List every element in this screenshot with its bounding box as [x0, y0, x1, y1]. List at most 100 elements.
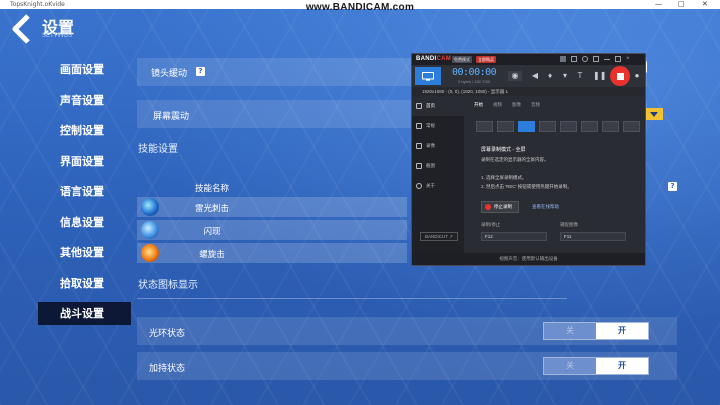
hotkey-record-field[interactable]: F12: [481, 232, 547, 241]
device-mode-icon[interactable]: [623, 121, 640, 132]
bandicam-logo: BANDICAM: [416, 56, 452, 62]
step-one: 1. 选择全屏录制模式。: [481, 175, 527, 180]
fullscreen-mode-icon[interactable]: [518, 121, 535, 132]
buy-badge[interactable]: 立即购买: [476, 56, 496, 63]
home-icon[interactable]: [571, 56, 577, 62]
bandicam-footer: 视频声音：使用默认输出设备: [412, 253, 645, 265]
skill-name: 螺旋击: [199, 250, 225, 260]
mode-selector: [476, 121, 640, 132]
status-section-title: 状态图标显示: [138, 280, 198, 291]
camera-icon[interactable]: ●: [632, 71, 642, 81]
buff-status-toggle[interactable]: 关 开: [543, 357, 649, 375]
bandicut-button[interactable]: BANDICUT ↗: [420, 232, 458, 241]
bandicam-toolbar: 00:00:00 0 bytes / 182.7GB ◉ ◀ ♦ ▾ T ❚❚ …: [412, 65, 645, 87]
skill-column-header: 技能名称: [195, 184, 230, 194]
skill-name: 闪现: [203, 227, 221, 237]
skill-row[interactable]: 螺旋击: [137, 243, 407, 263]
audio-mode-icon[interactable]: [581, 121, 598, 132]
back-arrow-icon: [12, 14, 30, 44]
screen-shake-label: 屏幕震动: [153, 112, 190, 122]
camera-shake-help-icon[interactable]: ?: [196, 67, 205, 76]
back-button[interactable]: [8, 12, 36, 46]
buff-status-label: 加持状态: [149, 364, 186, 374]
nav-video[interactable]: 录像: [412, 136, 464, 156]
sidebar-item-interface[interactable]: 界面设置: [38, 150, 131, 173]
folder-icon[interactable]: [593, 56, 599, 62]
tab-image[interactable]: 图像: [512, 102, 521, 108]
chevron-down-icon: [650, 111, 658, 117]
stop-recording-button[interactable]: 停止录制: [481, 201, 519, 213]
hotkey-record-label: 录制/停止: [481, 222, 501, 227]
minimize-icon[interactable]: [604, 59, 610, 60]
video-icon: [416, 143, 422, 149]
bandicam-window-controls: ×: [560, 56, 632, 62]
tab-start[interactable]: 开始: [474, 102, 483, 108]
fullscreen-mode-button[interactable]: [415, 67, 441, 85]
home-icon: [416, 103, 422, 109]
sidebar-item-pickup[interactable]: 拾取设置: [38, 272, 131, 295]
nav-general[interactable]: 常规: [412, 116, 464, 136]
recording-watermark: www.BANDICAM.com: [305, 2, 415, 13]
mouse-mode-icon[interactable]: [560, 121, 577, 132]
tab-audio[interactable]: 音频: [531, 102, 540, 108]
clock-icon[interactable]: [582, 56, 588, 62]
toggle-off[interactable]: 关: [544, 323, 596, 339]
pause-icon[interactable]: ❚❚: [593, 71, 606, 81]
skill-row[interactable]: 雷光刺击: [137, 197, 407, 217]
skill-section-title: 技能设置: [138, 144, 178, 155]
online-help-link[interactable]: 查看在线帮助: [532, 204, 559, 210]
bandicam-titlebar: BANDICAM 免费模式 立即购买 ×: [412, 54, 645, 65]
camera-shake-label: 镜头缓动: [151, 69, 188, 79]
capture-area-status: 1920x1080 - (0, 0), (1920, 1080) - 显示器 1: [412, 87, 645, 96]
info-icon: [416, 183, 422, 189]
skill-help-icon[interactable]: ?: [668, 182, 677, 191]
skill-row[interactable]: 闪现: [137, 220, 407, 240]
sidebar-item-sound[interactable]: 声音设置: [38, 89, 131, 112]
lock-icon[interactable]: [560, 56, 566, 62]
step-two: 2. 然后点击 'REC' 按钮或使用热键开始录制。: [481, 184, 572, 189]
mouse-icon[interactable]: ▾: [560, 71, 570, 81]
sidebar-item-other[interactable]: 其他设置: [38, 241, 131, 264]
maximize-icon[interactable]: [615, 56, 621, 62]
tab-video[interactable]: 视频: [493, 102, 502, 108]
toggle-on[interactable]: 开: [596, 323, 648, 339]
hotkey-capture-field[interactable]: F11: [560, 232, 626, 241]
page-subtitle: SETTINGS: [42, 33, 73, 39]
toggle-on[interactable]: 开: [596, 358, 648, 374]
game-mode-icon[interactable]: [602, 121, 619, 132]
nav-home[interactable]: 首页: [412, 96, 464, 116]
nav-about[interactable]: 关于: [412, 176, 464, 196]
sidebar-item-info[interactable]: 信息设置: [38, 211, 131, 234]
mode-description: 录制在选定的显示器的全屏内容。: [481, 157, 549, 162]
toggle-off[interactable]: 关: [544, 358, 596, 374]
hotkey-capture-label: 捕捉图像: [560, 222, 578, 227]
bandicam-nav: 首页 常规 录像 截图 关于 BANDICUT ↗: [412, 96, 464, 253]
bandicam-main: 开始 视频 图像 音频 屏幕录制模式 - 全屏 录制在选定的显示器的全屏内容。 …: [464, 96, 645, 253]
microphone-icon[interactable]: ♦: [545, 71, 555, 81]
settings-sidebar: 画面设置 声音设置 控制设置 界面设置 语言设置 信息设置 其他设置 拾取设置 …: [38, 58, 131, 333]
speaker-icon[interactable]: ◀: [530, 71, 540, 81]
screen-shake-dropdown[interactable]: [645, 108, 663, 120]
bandicam-tabs: 开始 视频 图像 音频: [474, 102, 540, 108]
sidebar-item-language[interactable]: 语言设置: [38, 180, 131, 203]
nav-image[interactable]: 截图: [412, 156, 464, 176]
sidebar-item-combat[interactable]: 战斗设置: [38, 302, 131, 325]
aura-status-label: 光环状态: [149, 329, 186, 339]
image-icon: [416, 163, 422, 169]
webcam-icon[interactable]: ◉: [508, 71, 522, 81]
free-mode-badge: 免费模式: [452, 56, 472, 63]
gear-icon: [416, 123, 422, 129]
stop-icon: [616, 72, 624, 80]
text-icon[interactable]: T: [575, 71, 585, 81]
back-arrow-mode-icon[interactable]: [476, 121, 493, 132]
sidebar-item-controls[interactable]: 控制设置: [38, 119, 131, 142]
section-divider: [137, 298, 567, 299]
aura-status-toggle[interactable]: 关 开: [543, 322, 649, 340]
close-icon[interactable]: ×: [626, 56, 632, 62]
sidebar-item-display[interactable]: 画面设置: [38, 58, 131, 81]
stop-record-button[interactable]: [610, 66, 630, 86]
recording-timer: 00:00:00: [452, 67, 497, 78]
mode-title: 屏幕录制模式 - 全屏: [481, 147, 526, 153]
rectangle-mode-icon[interactable]: [497, 121, 514, 132]
area-mode-icon[interactable]: [539, 121, 556, 132]
